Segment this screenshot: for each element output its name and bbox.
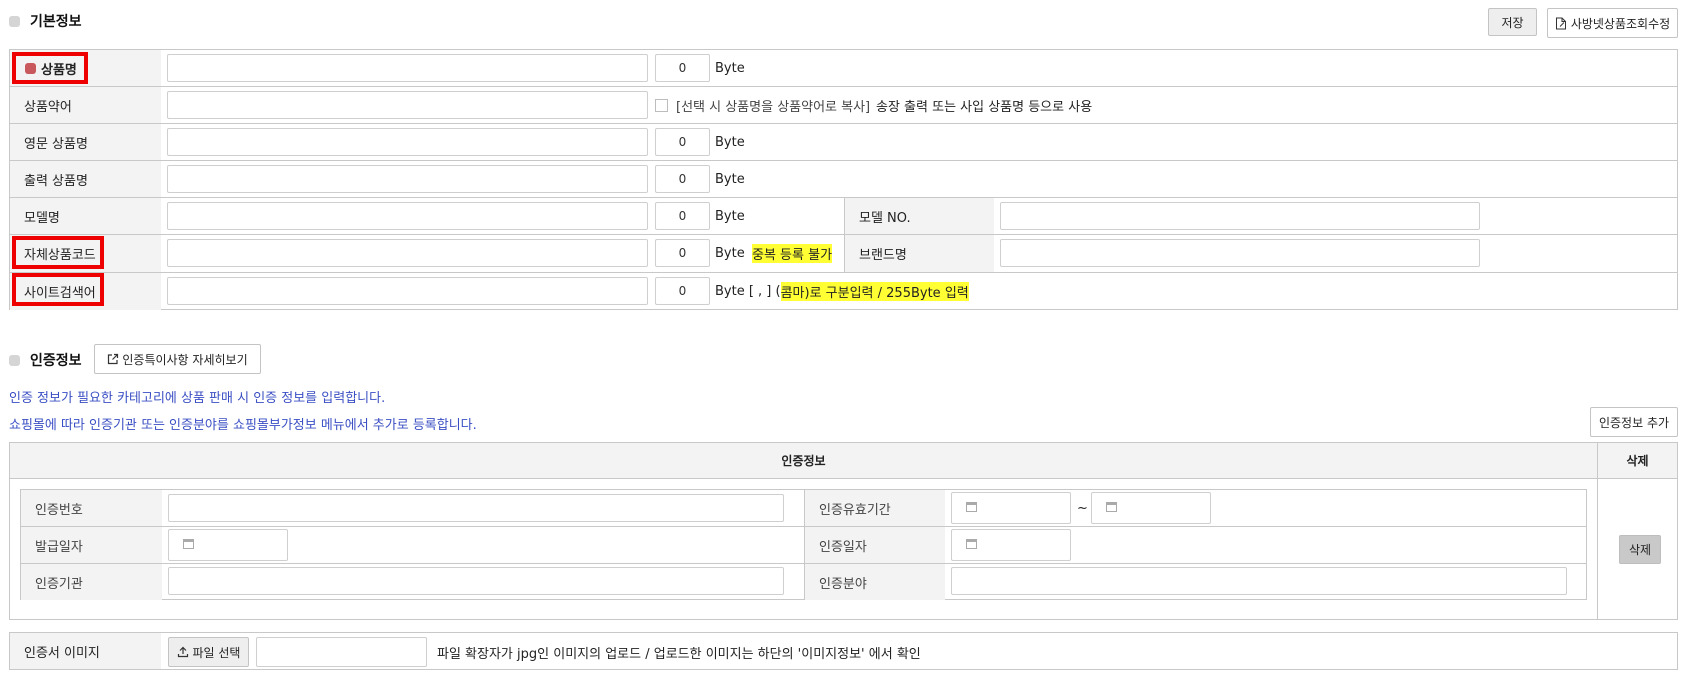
agency-input[interactable] [168, 567, 784, 595]
section-bullet-icon [9, 15, 20, 27]
row-own-code: 자체상품코드 0 Byte 중복 등록 불가 브랜드명 [10, 235, 1677, 273]
sabangnet-edit-button[interactable]: 사방넷상품조회수정 [1547, 8, 1678, 38]
cert-section-title: 인증정보 [9, 352, 82, 369]
period-tilde: ~ [1077, 500, 1088, 516]
cert-table-header: 인증정보 [10, 443, 1597, 479]
short-name-note: 송장 출력 또는 사입 상품명 등으로 사용 [876, 99, 1093, 115]
copy-to-short-label: [선택 시 상품명을 상품약어로 복사] [676, 99, 871, 115]
byte-unit-text: Byte [715, 171, 745, 187]
print-name-byte-count: 0 [655, 165, 710, 193]
cert-title-text: 인증정보 [30, 353, 82, 369]
add-cert-button[interactable]: 인증정보 추가 [1590, 407, 1678, 437]
keyword-note-prefix: Byte [ , ] ( [715, 283, 781, 299]
valid-start-date-picker[interactable] [951, 492, 1071, 524]
row-english-name: 영문 상품명 0 Byte [10, 124, 1677, 161]
brand-input[interactable] [1000, 239, 1480, 267]
column-divider [1597, 479, 1598, 619]
model-no-label: 모델 NO. [844, 198, 994, 234]
model-name-input[interactable] [167, 202, 648, 230]
external-link-icon [108, 353, 119, 365]
calendar-icon [966, 539, 977, 549]
calendar-icon [966, 502, 977, 512]
byte-unit-text: Byte [715, 245, 745, 261]
english-name-label: 영문 상품명 [10, 124, 161, 160]
short-name-input[interactable] [167, 91, 648, 119]
delete-cert-button[interactable]: 삭제 [1619, 535, 1661, 564]
annotation-box-own-code [12, 236, 104, 269]
file-select-label: 파일 선택 [192, 645, 241, 660]
cert-detail-label: 인증특이사항 자세히보기 [122, 352, 248, 367]
section-bullet-icon [9, 354, 20, 366]
keyword-note-highlight: 콤마)로 구분입력 / 255Byte 입력 [780, 281, 969, 301]
short-name-label: 상품약어 [10, 87, 161, 123]
keyword-byte-count: 0 [655, 277, 710, 305]
delete-column-header: 삭제 [1597, 443, 1677, 479]
english-name-input[interactable] [167, 128, 648, 156]
upload-icon [177, 646, 188, 658]
row-short-name: 상품약어 [선택 시 상품명을 상품약어로 복사] 송장 출력 또는 사입 상품… [10, 87, 1677, 124]
issue-date-picker[interactable] [168, 529, 288, 561]
model-name-byte-count: 0 [655, 202, 710, 230]
brand-label: 브랜드명 [844, 235, 994, 272]
cert-field-input[interactable] [951, 567, 1567, 595]
row-product-name: 상품명 0 Byte [10, 50, 1677, 87]
cert-info-line2: 쇼핑몰에 따라 인증기관 또는 인증분야를 쇼핑몰부가정보 메뉴에서 추가로 등… [9, 418, 477, 433]
calendar-icon [183, 539, 194, 549]
copy-to-short-checkbox-wrap[interactable]: [선택 시 상품명을 상품약어로 복사] [655, 91, 870, 119]
issue-date-label: 발급일자 [21, 527, 162, 563]
cert-no-label: 인증번호 [21, 490, 162, 526]
valid-period-label: 인증유효기간 [804, 490, 945, 526]
model-no-input[interactable] [1000, 202, 1480, 230]
cert-entry-table: 인증번호 인증유효기간 ~ 발급일자 인증일자 인증기관 인증분야 [20, 489, 1587, 600]
duplicate-warning: 중복 등록 불가 [752, 239, 833, 267]
print-name-label: 출력 상품명 [10, 161, 161, 197]
byte-unit-text: Byte [715, 60, 745, 76]
model-name-label: 모델명 [10, 198, 161, 234]
own-code-input[interactable] [167, 239, 648, 267]
valid-end-date-picker[interactable] [1091, 492, 1211, 524]
cert-no-input[interactable] [168, 494, 784, 522]
row-print-name: 출력 상품명 0 Byte [10, 161, 1677, 198]
annotation-box-product-name [12, 52, 88, 84]
keyword-input[interactable] [167, 277, 648, 305]
print-name-input[interactable] [167, 165, 648, 193]
file-upload-note: 파일 확장자가 jpg인 이미지의 업로드 / 업로드한 이미지는 하단의 '이… [437, 646, 921, 662]
document-icon [1555, 17, 1566, 29]
file-select-button[interactable]: 파일 선택 [168, 637, 249, 667]
own-code-byte-count: 0 [655, 239, 710, 267]
sabangnet-edit-label: 사방넷상품조회수정 [1570, 16, 1671, 31]
agency-label: 인증기관 [21, 564, 162, 600]
copy-to-short-checkbox[interactable] [655, 98, 668, 112]
save-button[interactable]: 저장 [1488, 8, 1537, 36]
row-model: 모델명 0 Byte 모델 NO. [10, 198, 1677, 235]
annotation-box-keyword [12, 273, 104, 306]
calendar-icon [1106, 502, 1117, 512]
keyword-note: Byte [ , ] (콤마)로 구분입력 / 255Byte 입력 [715, 277, 969, 305]
cert-row-1: 인증번호 인증유효기간 ~ [21, 490, 1586, 527]
cert-info-line1: 인증 정보가 필요한 카테고리에 상품 판매 시 인증 정보를 입력합니다. [9, 391, 386, 406]
basic-section-title: 기본정보 [9, 13, 82, 30]
cert-image-table: 인증서 이미지 파일 선택 파일 확장자가 jpg인 이미지의 업로드 / 업로… [9, 632, 1678, 670]
basic-info-table: 상품명 0 Byte 상품약어 [선택 시 상품명을 상품약어로 복사] 송장 … [9, 49, 1678, 310]
cert-image-label: 인증서 이미지 [10, 633, 161, 669]
cert-row-2: 발급일자 인증일자 [21, 527, 1586, 564]
basic-title-text: 기본정보 [30, 14, 82, 30]
product-name-byte-count: 0 [655, 54, 710, 82]
cert-date-picker[interactable] [951, 529, 1071, 561]
cert-field-label: 인증분야 [804, 564, 945, 600]
cert-detail-button[interactable]: 인증특이사항 자세히보기 [94, 344, 261, 374]
file-name-input[interactable] [256, 637, 427, 667]
duplicate-warning-text: 중복 등록 불가 [752, 243, 833, 263]
product-name-input[interactable] [167, 54, 648, 82]
cert-date-label: 인증일자 [804, 527, 945, 563]
cert-table: 인증정보 삭제 인증번호 인증유효기간 ~ 발급일자 인증일자 인증기관 인증분… [9, 442, 1678, 620]
row-keyword: 사이트검색어 0 Byte [ , ] (콤마)로 구분입력 / 255Byte… [10, 273, 1677, 310]
byte-unit-text: Byte [715, 134, 745, 150]
english-name-byte-count: 0 [655, 128, 710, 156]
byte-unit-text: Byte [715, 208, 745, 224]
cert-row-3: 인증기관 인증분야 [21, 564, 1586, 600]
